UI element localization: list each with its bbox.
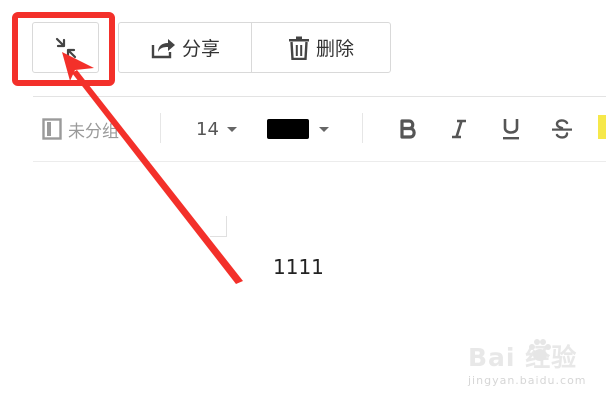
format-toolbar: 未分组 14	[0, 97, 606, 161]
share-label: 分享	[181, 38, 220, 60]
italic-icon	[452, 119, 466, 139]
note-body-text[interactable]: 1111	[273, 255, 324, 279]
page-corner-mark	[210, 216, 227, 237]
text-color-selector[interactable]	[267, 97, 329, 161]
collapse-arrows-icon	[55, 37, 76, 58]
share-button[interactable]: 分享	[118, 22, 252, 73]
chevron-down-icon	[226, 126, 237, 132]
bold-button[interactable]	[394, 97, 422, 161]
baidu-watermark: Bai 经验 jingyan.baidu.com	[468, 336, 598, 394]
share-icon	[151, 38, 175, 58]
watermark-url: jingyan.baidu.com	[468, 374, 587, 387]
chevron-down-icon	[319, 126, 329, 132]
font-size-value: 14	[196, 118, 219, 140]
group-label: 未分组	[68, 121, 119, 142]
strikethrough-button[interactable]	[548, 97, 576, 161]
strikethrough-icon	[552, 119, 572, 139]
top-toolbar: 分享 删除	[32, 22, 391, 73]
group-selector[interactable]: 未分组	[42, 97, 119, 161]
notebook-icon	[42, 118, 62, 140]
collapse-button[interactable]	[32, 22, 99, 73]
underline-button[interactable]	[497, 97, 525, 161]
highlight-button[interactable]	[598, 115, 606, 139]
delete-label: 删除	[315, 38, 354, 60]
font-size-selector[interactable]: 14	[196, 97, 237, 161]
underline-icon	[503, 119, 519, 140]
watermark-brand: Bai 经验	[468, 343, 578, 372]
text-color-swatch	[267, 119, 309, 139]
separator	[160, 113, 161, 143]
separator	[362, 113, 363, 143]
delete-button[interactable]: 删除	[251, 22, 391, 73]
trash-icon	[288, 36, 309, 60]
italic-button[interactable]	[445, 97, 473, 161]
paw-logo-icon	[529, 339, 551, 361]
bold-icon	[400, 119, 416, 139]
